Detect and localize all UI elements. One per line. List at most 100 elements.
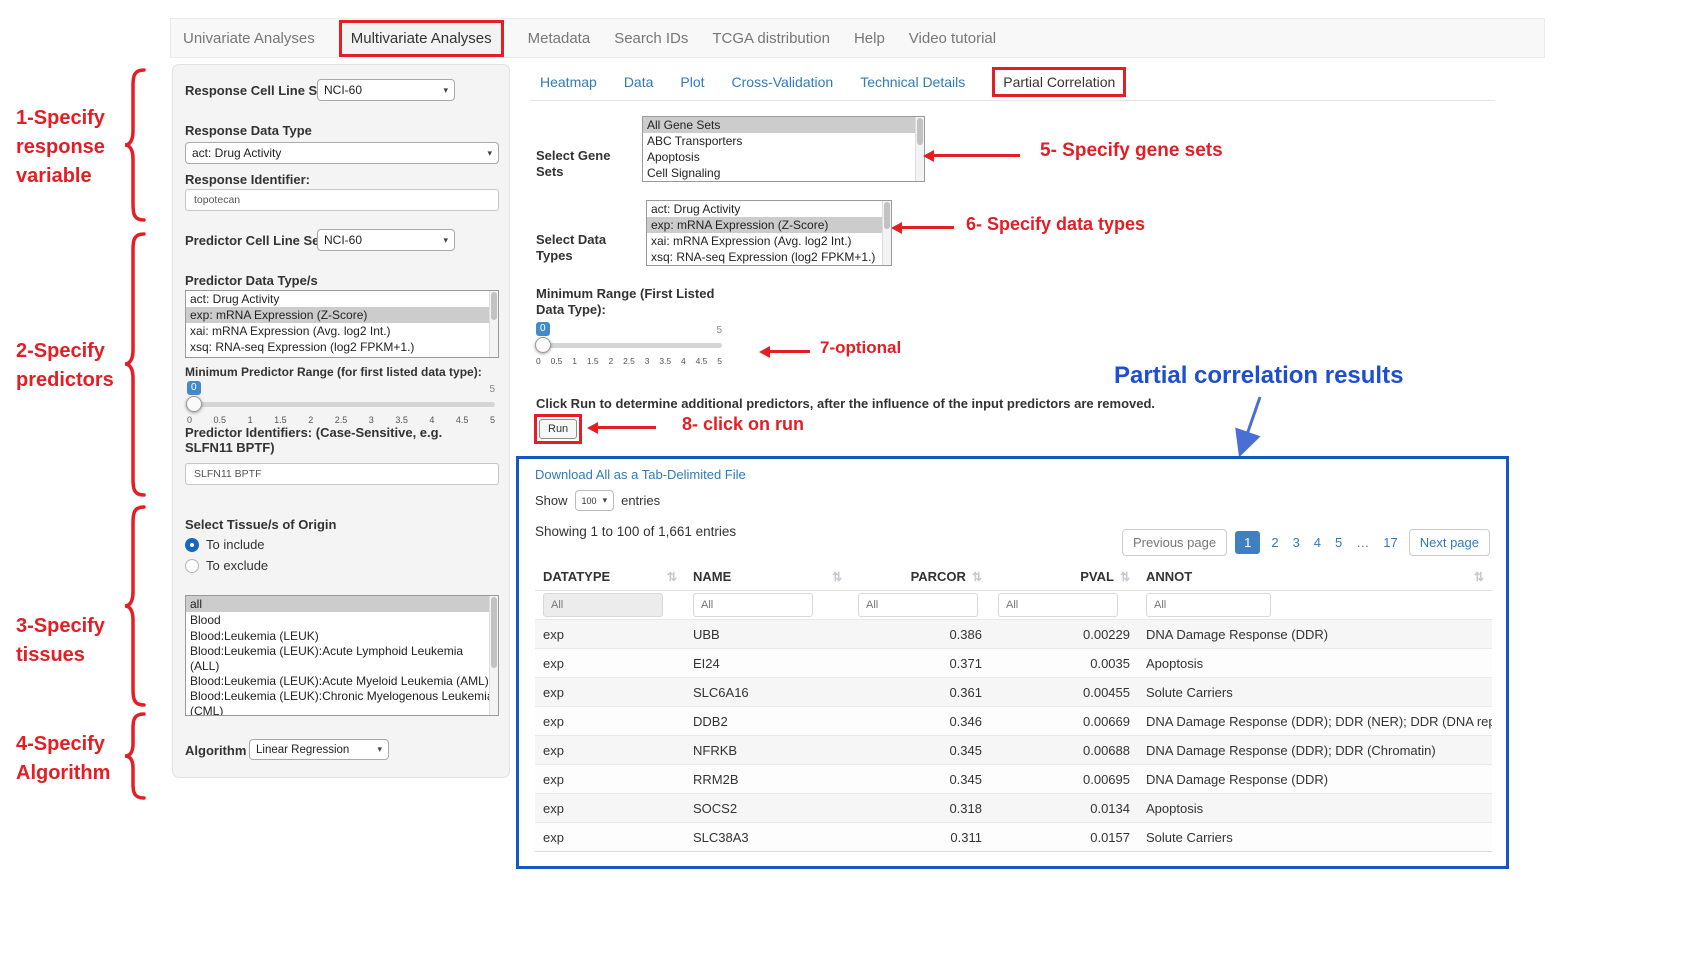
filter-annot-input[interactable]	[1146, 593, 1271, 617]
slider-track[interactable]	[187, 402, 495, 407]
list-item-selected[interactable]: exp: mRNA Expression (Z-Score)	[186, 307, 498, 323]
filter-name-input[interactable]	[693, 593, 813, 617]
list-item[interactable]: xsq: RNA-seq Expression (log2 FPKM+1.)	[186, 339, 498, 355]
scrollbar-thumb[interactable]	[884, 202, 890, 229]
list-item[interactable]: Blood:Leukemia (LEUK)	[186, 628, 498, 644]
cell-name: SLC38A3	[685, 823, 850, 852]
show-entries-select[interactable]: 100	[575, 490, 615, 511]
scrollbar-thumb[interactable]	[491, 597, 497, 668]
filter-pval-input[interactable]	[998, 593, 1118, 617]
slider-value-badge: 0	[536, 322, 550, 336]
tissue-listbox[interactable]: all Blood Blood:Leukemia (LEUK) Blood:Le…	[185, 595, 499, 716]
tab-cross-validation[interactable]: Cross-Validation	[732, 74, 834, 90]
table-row[interactable]: exp SLC6A16 0.361 0.00455 Solute Carrier…	[535, 678, 1492, 707]
table-row[interactable]: exp NFRKB 0.345 0.00688 DNA Damage Respo…	[535, 736, 1492, 765]
list-item[interactable]: Blood	[186, 612, 498, 628]
col-header-datatype[interactable]: DATATYPE	[543, 569, 610, 584]
table-row[interactable]: exp UBB 0.386 0.00229 DNA Damage Respons…	[535, 620, 1492, 649]
tissue-exclude-radio[interactable]: To exclude	[185, 558, 268, 573]
scrollbar-thumb[interactable]	[491, 292, 497, 320]
sort-icon[interactable]	[832, 570, 842, 584]
annotation-specify-response: 1-Specify response variable	[16, 104, 128, 191]
tissue-include-radio[interactable]: To include	[185, 537, 265, 552]
download-tab-delimited-link[interactable]: Download All as a Tab-Delimited File	[535, 467, 746, 482]
scrollbar-thumb[interactable]	[917, 118, 923, 145]
tab-partial-correlation[interactable]: Partial Correlation	[992, 67, 1126, 97]
nav-video-tutorial[interactable]: Video tutorial	[909, 30, 996, 47]
sort-icon[interactable]	[667, 570, 677, 584]
predictor-identifiers-input[interactable]	[185, 463, 499, 485]
table-row[interactable]: exp EI24 0.371 0.0035 Apoptosis	[535, 649, 1492, 678]
list-item[interactable]: Blood:Leukemia (LEUK):Chronic Myelogenou…	[186, 689, 498, 716]
tick-label: 1.5	[274, 415, 287, 425]
table-row[interactable]: exp SOCS2 0.318 0.0134 Apoptosis	[535, 794, 1492, 823]
col-header-name[interactable]: NAME	[693, 569, 731, 584]
next-page-button[interactable]: Next page	[1409, 529, 1490, 556]
list-item[interactable]: xai: mRNA Expression (Avg. log2 Int.)	[186, 323, 498, 339]
list-item-selected[interactable]: All Gene Sets	[643, 117, 924, 133]
gene-sets-listbox[interactable]: All Gene Sets ABC Transporters Apoptosis…	[642, 116, 925, 182]
radio-unselected-icon[interactable]	[185, 559, 199, 573]
tab-plot[interactable]: Plot	[680, 74, 704, 90]
tab-data[interactable]: Data	[624, 74, 654, 90]
main-panel: Heatmap Data Plot Cross-Validation Techn…	[530, 64, 1545, 456]
nav-help[interactable]: Help	[854, 30, 885, 47]
table-row[interactable]: exp DDB2 0.346 0.00669 DNA Damage Respon…	[535, 707, 1492, 736]
col-header-annot[interactable]: ANNOT	[1146, 569, 1192, 584]
slider-handle[interactable]	[186, 396, 202, 412]
list-item-selected[interactable]: exp: mRNA Expression (Z-Score)	[647, 217, 891, 233]
run-button[interactable]: Run	[539, 419, 577, 439]
cell-annot: Apoptosis	[1138, 794, 1492, 823]
page-button-4[interactable]: 4	[1311, 533, 1324, 552]
page-button-17[interactable]: 17	[1380, 533, 1400, 552]
slider-handle[interactable]	[535, 337, 551, 353]
page-button-1[interactable]: 1	[1235, 531, 1260, 554]
filter-datatype-input[interactable]	[543, 593, 663, 617]
nav-multivariate-analyses[interactable]: Multivariate Analyses	[339, 20, 504, 57]
cell-annot: DNA Damage Response (DDR); DDR (NER); DD…	[1138, 707, 1492, 736]
list-item[interactable]: Apoptosis	[643, 149, 924, 165]
predictor-data-types-listbox[interactable]: act: Drug Activity exp: mRNA Expression …	[185, 290, 499, 358]
col-header-parcor[interactable]: PARCOR	[911, 569, 966, 584]
radio-selected-icon[interactable]	[185, 538, 199, 552]
response-data-type-select[interactable]: act: Drug Activity	[185, 142, 499, 164]
previous-page-button[interactable]: Previous page	[1122, 529, 1227, 556]
table-row[interactable]: exp RRM2B 0.345 0.00695 DNA Damage Respo…	[535, 765, 1492, 794]
page-button-2[interactable]: 2	[1268, 533, 1281, 552]
response-cell-line-set-select[interactable]: NCI-60	[317, 79, 455, 101]
tab-technical-details[interactable]: Technical Details	[860, 74, 965, 90]
scrollbar[interactable]	[882, 201, 891, 265]
list-item[interactable]: Blood:Leukemia (LEUK):Acute Myeloid Leuk…	[186, 674, 498, 689]
list-item[interactable]: act: Drug Activity	[186, 291, 498, 307]
list-item[interactable]: act: Drug Activity	[647, 201, 891, 217]
col-header-pval[interactable]: PVAL	[1080, 569, 1114, 584]
nav-search-ids[interactable]: Search IDs	[614, 30, 688, 47]
cell-name: DDB2	[685, 707, 850, 736]
filter-parcor-input[interactable]	[858, 593, 978, 617]
data-types-listbox[interactable]: act: Drug Activity exp: mRNA Expression …	[646, 200, 892, 266]
nav-metadata[interactable]: Metadata	[528, 30, 591, 47]
sort-icon[interactable]	[972, 570, 982, 584]
sort-icon[interactable]	[1120, 570, 1130, 584]
predictor-cell-line-set-select[interactable]: NCI-60	[317, 229, 455, 251]
list-item[interactable]: xsq: RNA-seq Expression (log2 FPKM+1.)	[647, 249, 891, 265]
nav-tcga-distribution[interactable]: TCGA distribution	[712, 30, 830, 47]
list-item[interactable]: ABC Transporters	[643, 133, 924, 149]
cell-pval: 0.0134	[990, 794, 1138, 823]
tab-heatmap[interactable]: Heatmap	[540, 74, 597, 90]
list-item-selected[interactable]: all	[186, 596, 498, 612]
response-identifier-input[interactable]	[185, 189, 499, 211]
scrollbar[interactable]	[489, 596, 498, 715]
sort-icon[interactable]	[1474, 570, 1484, 584]
list-item[interactable]: Blood:Leukemia (LEUK):Acute Lymphoid Leu…	[186, 644, 498, 674]
list-item[interactable]: Cell Signaling	[643, 165, 924, 181]
algorithm-select[interactable]: Linear Regression	[249, 739, 389, 760]
nav-univariate-analyses[interactable]: Univariate Analyses	[183, 30, 315, 47]
scrollbar[interactable]	[489, 291, 498, 357]
page-button-5[interactable]: 5	[1332, 533, 1345, 552]
list-item[interactable]: xai: mRNA Expression (Avg. log2 Int.)	[647, 233, 891, 249]
response-cell-line-set-label: Response Cell Line Set	[185, 83, 329, 98]
table-row[interactable]: exp SLC38A3 0.311 0.0157 Solute Carriers	[535, 823, 1492, 852]
page-button-3[interactable]: 3	[1290, 533, 1303, 552]
slider-track[interactable]	[536, 343, 722, 348]
